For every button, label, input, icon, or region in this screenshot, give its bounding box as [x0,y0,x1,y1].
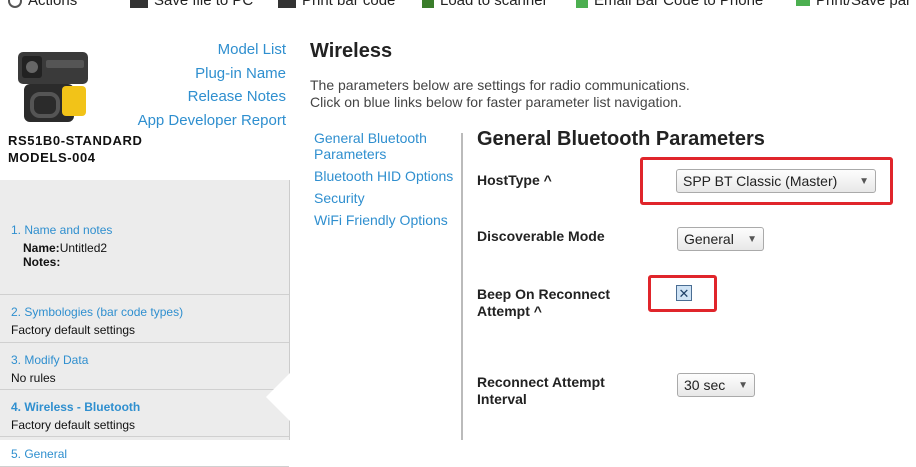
step-title: 1. Name and notes [11,223,113,237]
intro-text: The parameters below are settings for ra… [310,77,690,111]
section-nav: General Bluetooth Parameters Bluetooth H… [314,130,459,234]
reconnect-interval-select[interactable]: 30 sec ▼ [677,373,755,397]
model-list-link[interactable]: Model List [138,38,286,62]
step-modify-data[interactable]: 3. Modify Data No rules [0,343,289,390]
email-barcode-label: Email Bar Code to Phone [594,0,764,9]
save-file-label: Save file to PC [154,0,254,9]
notes-label: Notes: [23,255,61,269]
name-value: Untitled2 [59,241,108,255]
actions-button[interactable]: Actions [8,0,77,9]
nav-wifi-friendly-options[interactable]: WiFi Friendly Options [314,212,459,228]
page-title: Wireless [310,40,393,62]
save-icon [130,0,148,8]
step-title: 4. Wireless - Bluetooth [11,400,141,414]
step-subtitle: Factory default settings [11,323,136,337]
step-details: Name:Untitled2 Notes: [23,241,279,269]
step-general[interactable]: 5. General [0,437,289,467]
print-save-label: Print/Save par [816,0,912,9]
label-line: Interval [477,391,527,407]
hosttype-label: HostType ^ [477,172,552,188]
main-panel: Wireless The parameters below are settin… [291,30,916,440]
label-line: Attempt ^ [477,303,542,319]
sidebar: Model List Plug-in Name Release Notes Ap… [0,30,290,467]
device-name: RS51B0-STANDARD MODELS-004 [8,132,142,166]
nav-divider [461,133,463,440]
phone-icon [576,0,588,8]
ring-scanner-image [18,52,88,122]
section-title: General Bluetooth Parameters [477,128,765,150]
reconnect-interval-label: Reconnect Attempt Interval [477,374,605,408]
hosttype-select[interactable]: SPP BT Classic (Master) ▼ [676,169,876,193]
hosttype-value: SPP BT Classic (Master) [683,173,838,189]
export-icon [796,0,810,6]
step-title: 5. General [11,447,68,461]
step-subtitle: No rules [11,371,56,385]
email-barcode-button[interactable]: Email Bar Code to Phone [576,0,763,9]
scanner-icon [422,0,434,8]
chevron-down-icon: ▼ [738,379,748,391]
print-barcode-label: Print bar code [302,0,396,9]
print-save-button[interactable]: Print/Save par [796,0,911,9]
intro-line: The parameters below are settings for ra… [310,77,690,93]
nav-general-bluetooth-parameters[interactable]: General Bluetooth Parameters [314,130,459,162]
actions-label: Actions [28,0,78,9]
device-name-line1: RS51B0-STANDARD [8,133,143,148]
name-label: Name: [23,241,60,255]
label-line: Beep On Reconnect [477,286,611,302]
beep-on-reconnect-checkbox[interactable]: ✕ [676,285,692,301]
gear-icon [8,0,22,8]
label-line: Reconnect Attempt [477,374,605,390]
device-panel: Model List Plug-in Name Release Notes Ap… [0,30,290,180]
app-developer-report-link[interactable]: App Developer Report [138,109,286,133]
step-symbologies[interactable]: 2. Symbologies (bar code types) Factory … [0,295,289,343]
save-file-button[interactable]: Save file to PC [130,0,253,9]
active-step-pointer [266,372,291,422]
print-barcode-button[interactable]: Print bar code [278,0,395,9]
chevron-down-icon: ▼ [747,233,757,245]
load-scanner-button[interactable]: Load to scanner [422,0,548,9]
plugin-name-link[interactable]: Plug-in Name [138,62,286,86]
parameters-panel: General Bluetooth Parameters [477,128,907,151]
device-name-line2: MODELS-004 [8,150,96,165]
step-title: 2. Symbologies (bar code types) [11,305,184,319]
step-title: 3. Modify Data [11,353,89,367]
top-toolbar: Actions Save file to PC Print bar code L… [0,0,916,12]
step-name-and-notes[interactable]: 1. Name and notes Name:Untitled2 Notes: [0,213,289,295]
steps-list: 1. Name and notes Name:Untitled2 Notes: … [0,213,289,467]
beep-on-reconnect-label: Beep On Reconnect Attempt ^ [477,286,610,320]
printer-icon [278,0,296,8]
step-subtitle: Factory default settings [11,418,136,432]
release-notes-link[interactable]: Release Notes [138,85,286,109]
step-wireless-bluetooth[interactable]: 4. Wireless - Bluetooth Factory default … [0,390,289,437]
nav-bluetooth-hid-options[interactable]: Bluetooth HID Options [314,168,459,184]
discoverable-mode-value: General [684,231,734,247]
reconnect-interval-value: 30 sec [684,377,726,393]
load-scanner-label: Load to scanner [440,0,548,9]
chevron-down-icon: ▼ [859,175,869,187]
discoverable-mode-select[interactable]: General ▼ [677,227,764,251]
discoverable-mode-label: Discoverable Mode [477,228,605,244]
intro-line: Click on blue links below for faster par… [310,94,682,110]
nav-security[interactable]: Security [314,190,459,206]
